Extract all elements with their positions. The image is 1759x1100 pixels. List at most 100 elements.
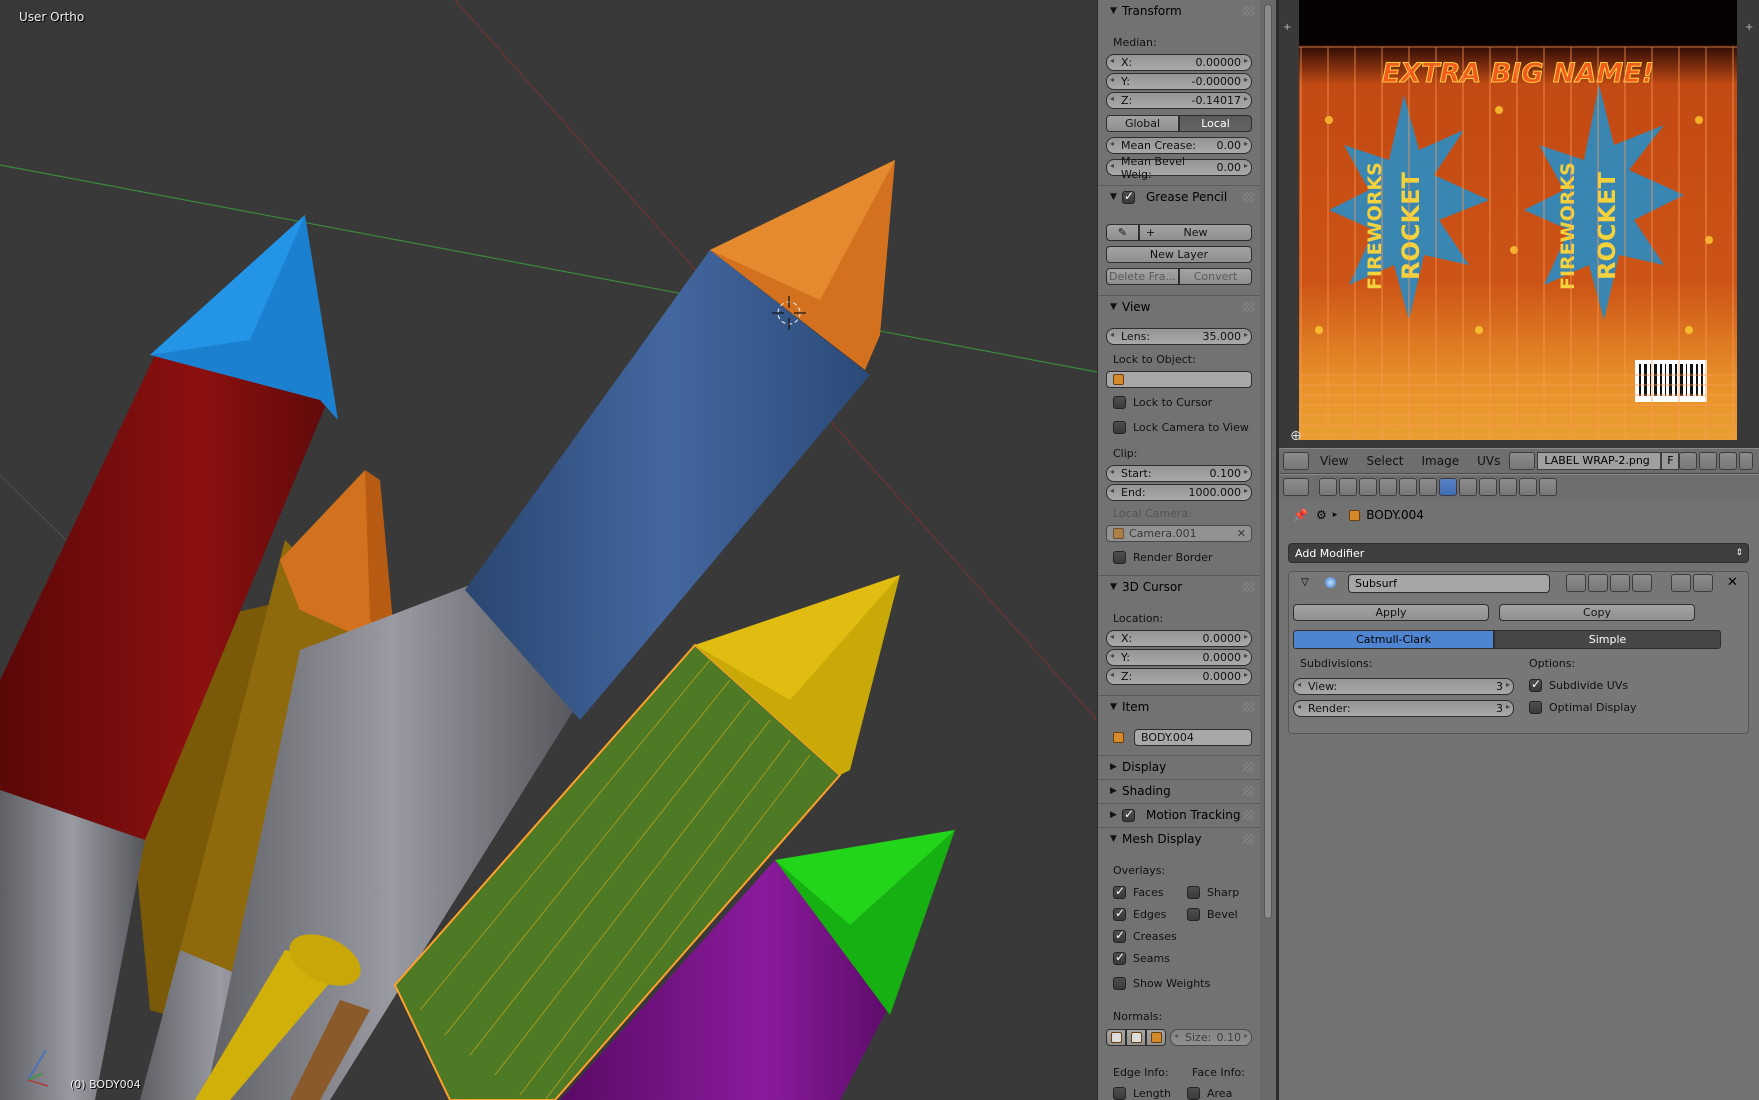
modifiers-wrench-icon[interactable]: [1439, 478, 1457, 496]
local-camera-field[interactable]: Camera.001 ✕: [1106, 525, 1252, 542]
cage-icon[interactable]: [1632, 574, 1652, 592]
pencil-browse-button[interactable]: ✎: [1106, 224, 1139, 241]
panel-header-motion-tracking[interactable]: ▶ Motion Tracking: [1098, 804, 1261, 826]
face-normals-button[interactable]: [1146, 1029, 1166, 1046]
modifier-name-field[interactable]: Subsurf: [1348, 574, 1550, 593]
menu-select[interactable]: Select: [1366, 454, 1403, 468]
editor-type-icon[interactable]: [1283, 452, 1309, 470]
pin-icon[interactable]: 📌: [1293, 508, 1308, 522]
menu-image[interactable]: Image: [1422, 454, 1460, 468]
realtime-eye-icon[interactable]: [1588, 574, 1608, 592]
2d-cursor-icon[interactable]: ⊕: [1290, 428, 1310, 448]
mean-crease-field[interactable]: Mean Crease: 0.00: [1106, 137, 1252, 154]
median-x-field[interactable]: X: 0.00000: [1106, 54, 1252, 71]
vertex-normals-button[interactable]: [1106, 1029, 1126, 1046]
shelf-scrollbar[interactable]: [1260, 0, 1276, 1100]
area-corner-plus-icon[interactable]: +: [1283, 22, 1295, 34]
item-name-field[interactable]: BODY.004: [1134, 729, 1252, 746]
median-y-field[interactable]: Y: -0.00000: [1106, 73, 1252, 90]
scene-tab-icon[interactable]: [1359, 478, 1377, 496]
panel-header-shading[interactable]: ▶ Shading: [1098, 780, 1261, 802]
render-camera-icon[interactable]: [1566, 574, 1586, 592]
panel-header-grease-pencil[interactable]: ▼ Grease Pencil: [1098, 186, 1261, 208]
cursor-y-field[interactable]: Y: 0.0000: [1106, 649, 1252, 666]
render-tab-icon[interactable]: [1319, 478, 1337, 496]
length-checkbox[interactable]: Length: [1113, 1087, 1171, 1100]
add-modifier-dropdown[interactable]: Add Modifier ⇕: [1288, 543, 1749, 563]
render-layers-tab-icon[interactable]: [1339, 478, 1357, 496]
render-border-checkbox[interactable]: Render Border: [1113, 551, 1213, 564]
copy-button[interactable]: Copy: [1499, 604, 1695, 621]
image-name-field[interactable]: LABEL WRAP-2.png: [1537, 452, 1662, 470]
area-corner-plus-icon[interactable]: +: [1745, 22, 1757, 34]
panel-header-view[interactable]: ▼ View: [1098, 296, 1261, 318]
menu-view[interactable]: View: [1320, 454, 1348, 468]
remove-modifier-x-icon[interactable]: ✕: [1727, 575, 1738, 590]
image-browse-icon[interactable]: [1509, 452, 1536, 470]
split-normals-button[interactable]: [1126, 1029, 1146, 1046]
lock-to-cursor-checkbox[interactable]: Lock to Cursor: [1113, 396, 1212, 409]
median-z-field[interactable]: Z: -0.14017: [1106, 92, 1252, 109]
clip-end-field[interactable]: End: 1000.000: [1106, 484, 1252, 501]
physics-tab-icon[interactable]: [1539, 478, 1557, 496]
cursor-z-field[interactable]: Z: 0.0000: [1106, 668, 1252, 685]
area-checkbox[interactable]: Area: [1187, 1087, 1232, 1100]
normal-size-field[interactable]: Size: 0.10: [1170, 1029, 1252, 1046]
constraints-tab-icon[interactable]: [1419, 478, 1437, 496]
texture-tab-icon[interactable]: [1499, 478, 1517, 496]
creases-checkbox[interactable]: Creases: [1113, 928, 1177, 943]
bevel-checkbox[interactable]: Bevel: [1187, 908, 1238, 921]
material-tab-icon[interactable]: [1479, 478, 1497, 496]
lock-camera-checkbox[interactable]: Lock Camera to View: [1113, 421, 1249, 434]
particles-tab-icon[interactable]: [1519, 478, 1537, 496]
lock-object-field[interactable]: [1106, 371, 1252, 388]
panel-header-mesh-display[interactable]: ▼ Mesh Display: [1098, 828, 1261, 850]
clip-start-field[interactable]: Start: 0.100: [1106, 465, 1252, 482]
fake-user-button[interactable]: F: [1661, 452, 1680, 470]
apply-button[interactable]: Apply: [1293, 604, 1489, 621]
cursor-x-field[interactable]: X: 0.0000: [1106, 630, 1252, 647]
pin-icon[interactable]: [1739, 452, 1754, 470]
panel-header-transform[interactable]: ▼ Transform: [1098, 0, 1261, 22]
unlink-x-icon[interactable]: [1719, 452, 1738, 470]
move-up-icon[interactable]: [1671, 574, 1691, 592]
panel-header-display[interactable]: ▶ Display: [1098, 756, 1261, 778]
view-subdivisions-field[interactable]: View: 3: [1293, 678, 1514, 695]
menu-uvs[interactable]: UVs: [1477, 454, 1500, 468]
motion-tracking-checkbox[interactable]: [1122, 807, 1142, 822]
edges-checkbox[interactable]: Edges: [1113, 906, 1166, 921]
clear-x-icon[interactable]: ✕: [1237, 527, 1246, 540]
new-image-icon[interactable]: [1679, 452, 1698, 470]
local-toggle[interactable]: Local: [1179, 115, 1252, 132]
new-layer-button[interactable]: New Layer: [1106, 246, 1252, 263]
delete-frame-button[interactable]: Delete Fra...: [1106, 268, 1179, 285]
new-grease-pencil-button[interactable]: + New: [1139, 224, 1252, 241]
sharp-checkbox[interactable]: Sharp: [1187, 886, 1239, 899]
optimal-display-checkbox[interactable]: Optimal Display: [1529, 701, 1637, 714]
data-tab-icon[interactable]: [1459, 478, 1477, 496]
global-toggle[interactable]: Global: [1106, 115, 1179, 132]
scrollbar-thumb[interactable]: [1264, 4, 1272, 919]
move-down-icon[interactable]: [1693, 574, 1713, 592]
object-tab-icon[interactable]: [1399, 478, 1417, 496]
subdivide-uvs-checkbox[interactable]: Subdivide UVs: [1529, 677, 1628, 692]
seams-checkbox[interactable]: Seams: [1113, 950, 1170, 965]
editmode-icon[interactable]: [1610, 574, 1630, 592]
faces-checkbox[interactable]: Faces: [1113, 884, 1164, 899]
catmull-clark-toggle[interactable]: Catmull-Clark: [1293, 630, 1494, 649]
3d-viewport[interactable]: User Ortho (0) BODY004: [0, 0, 1097, 1100]
mean-bevel-field[interactable]: Mean Bevel Weig: 0.00: [1106, 155, 1252, 181]
show-weights-checkbox[interactable]: Show Weights: [1113, 977, 1210, 990]
simple-toggle[interactable]: Simple: [1494, 630, 1721, 649]
uv-texture-view[interactable]: EXTRA BIG NAME! FIREWORKS ROCKET FIREWOR…: [1299, 0, 1737, 440]
collapse-arrow-icon[interactable]: ▽: [1301, 577, 1309, 588]
panel-header-3d-cursor[interactable]: ▼ 3D Cursor: [1098, 576, 1261, 598]
grease-pencil-enable-checkbox[interactable]: [1122, 189, 1142, 204]
open-image-icon[interactable]: [1699, 452, 1718, 470]
lens-field[interactable]: Lens: 35.000: [1106, 328, 1252, 345]
world-tab-icon[interactable]: [1379, 478, 1397, 496]
panel-header-item[interactable]: ▼ Item: [1098, 696, 1261, 718]
editor-type-icon[interactable]: [1283, 478, 1309, 496]
render-subdivisions-field[interactable]: Render: 3: [1293, 700, 1514, 717]
convert-button[interactable]: Convert: [1179, 268, 1252, 285]
